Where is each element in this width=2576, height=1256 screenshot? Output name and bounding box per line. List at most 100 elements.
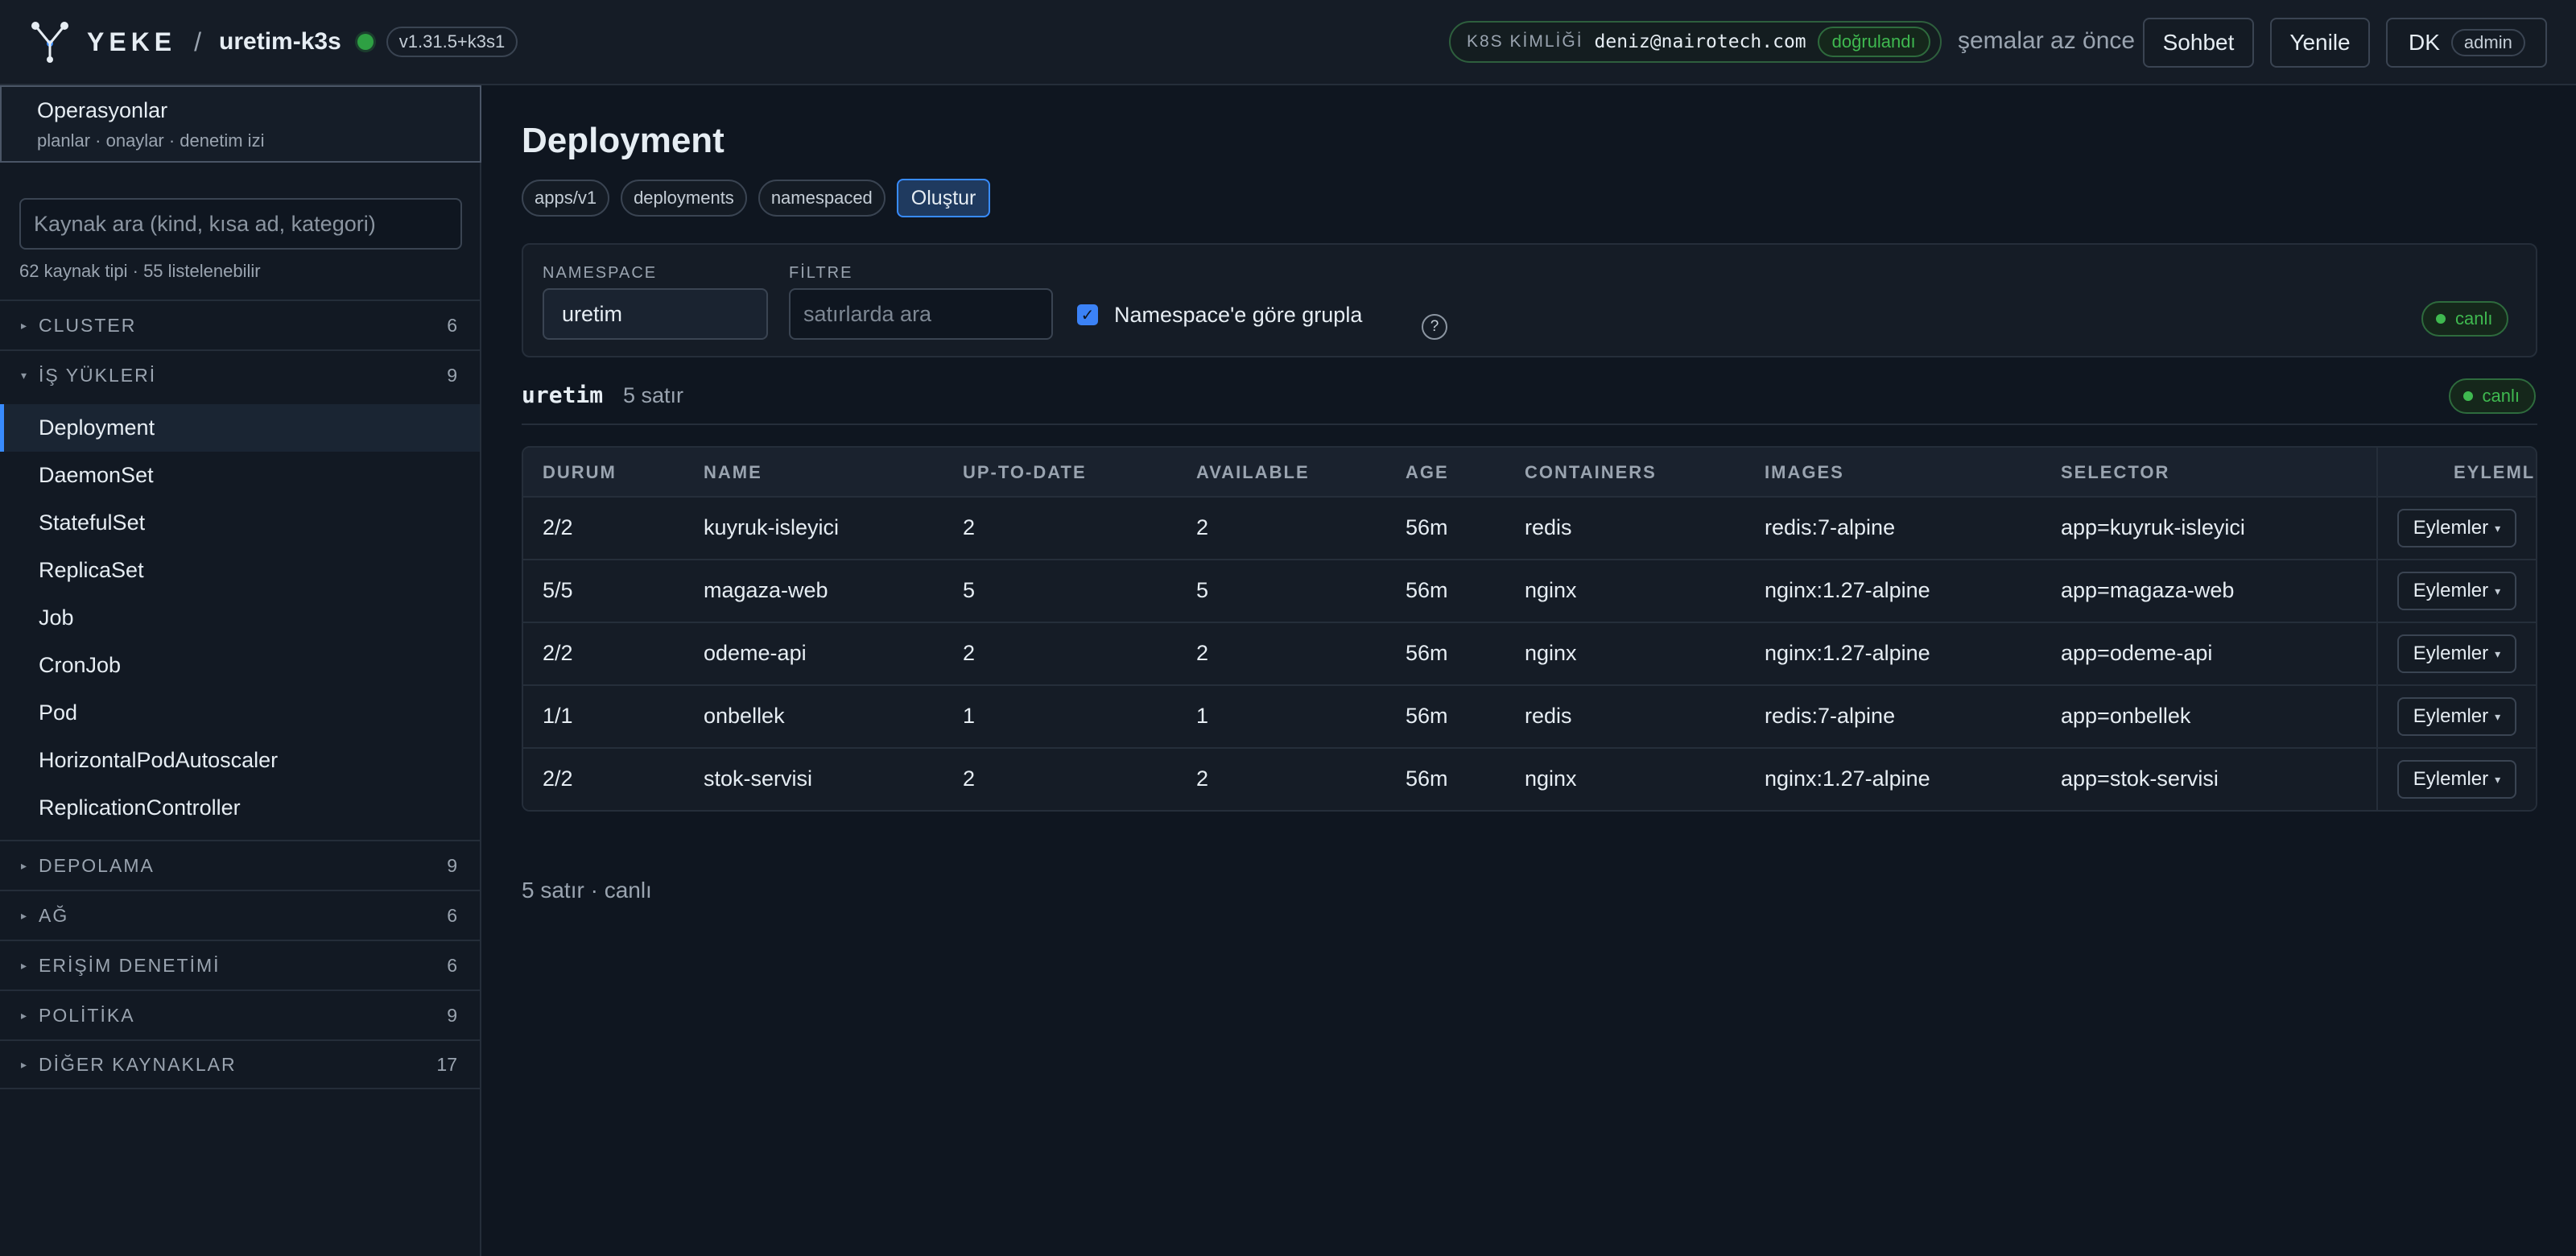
row-actions-button[interactable]: Eylemler ▾	[2397, 572, 2516, 610]
chat-button[interactable]: Sohbet	[2143, 18, 2254, 68]
column-name[interactable]: NAME	[704, 462, 762, 483]
column-up-to-date[interactable]: UP-TO-DATE	[963, 462, 1087, 483]
table-row[interactable]: 2/2 stok-servisi 2 2 56m nginx nginx:1.2…	[523, 749, 2536, 810]
refresh-button[interactable]: Yenile	[2270, 18, 2370, 68]
column-selector[interactable]: SELECTOR	[2061, 462, 2169, 483]
resource-search-input[interactable]	[19, 198, 462, 250]
category-label: DİĞER KAYNAKLAR	[39, 1053, 237, 1075]
cell-images: redis:7-alpine	[1765, 515, 1896, 539]
cell-name[interactable]: magaza-web	[704, 578, 828, 603]
cell-available: 2	[1196, 766, 1209, 791]
cell-selector: app=magaza-web	[2061, 578, 2235, 602]
cell-name[interactable]: stok-servisi	[704, 766, 812, 791]
category-other-resources[interactable]: ▸ DİĞER KAYNAKLAR 17	[0, 1039, 480, 1089]
column-images[interactable]: IMAGES	[1765, 462, 1844, 483]
row-actions-button[interactable]: Eylemler ▾	[2397, 509, 2516, 547]
live-label: canlı	[2455, 308, 2493, 328]
category-count: 6	[447, 904, 457, 926]
cell-selector: app=odeme-api	[2061, 641, 2213, 665]
cell-durum: 1/1	[543, 704, 573, 728]
cell-available: 5	[1196, 578, 1209, 602]
sidebar-item-cronjob[interactable]: CronJob	[0, 642, 480, 689]
tag-resource: deployments	[621, 180, 747, 217]
column-eylemler: EYLEMLER	[2454, 462, 2536, 482]
row-actions-button[interactable]: Eylemler ▾	[2397, 760, 2516, 799]
column-available[interactable]: AVAILABLE	[1196, 462, 1310, 483]
operations-subtitle: planlar · onaylar · denetim izi	[37, 130, 265, 151]
category-cluster[interactable]: ▸ CLUSTER 6	[0, 300, 480, 349]
sidebar-item-job[interactable]: Job	[0, 594, 480, 642]
category-count: 9	[447, 364, 457, 386]
sidebar-item-replicaset[interactable]: ReplicaSet	[0, 547, 480, 594]
category-storage[interactable]: ▸ DEPOLAMA 9	[0, 840, 480, 890]
sidebar-item-hpa[interactable]: HorizontalPodAutoscaler	[0, 737, 480, 784]
identity-status-badge: doğrulandı	[1817, 27, 1930, 57]
category-list: ▸ CLUSTER 6 ▾ İŞ YÜKLERİ 9 Deployment Da…	[0, 300, 480, 1089]
operations-title: Operasyonlar	[37, 98, 168, 122]
live-label: canlı	[2482, 386, 2520, 406]
live-dot-icon	[2462, 391, 2473, 401]
column-containers[interactable]: CONTAINERS	[1525, 462, 1657, 483]
user-role-badge: admin	[2450, 29, 2525, 56]
cell-durum: 2/2	[543, 515, 573, 539]
schema-status: şemalar az önce	[1958, 27, 2136, 54]
cell-up-to-date: 2	[963, 641, 976, 665]
category-count: 17	[436, 1053, 457, 1075]
category-label: CLUSTER	[39, 314, 137, 336]
category-count: 6	[447, 954, 457, 976]
category-policy[interactable]: ▸ POLİTİKA 9	[0, 990, 480, 1039]
cell-up-to-date: 5	[963, 578, 976, 602]
identity-email: deniz@nairotech.com	[1594, 31, 1806, 52]
group-live-badge: canlı	[2448, 378, 2536, 414]
group-by-namespace-checkbox[interactable]: ✓	[1077, 304, 1098, 325]
sidebar-item-deployment[interactable]: Deployment	[0, 404, 480, 452]
row-actions-button[interactable]: Eylemler ▾	[2397, 634, 2516, 673]
table-header: DURUM NAME UP-TO-DATE AVAILABLE AGE CONT…	[523, 448, 2536, 498]
cluster-name[interactable]: uretim-k3s	[219, 28, 341, 56]
cell-name[interactable]: kuyruk-isleyici	[704, 515, 839, 540]
table-row[interactable]: 2/2 kuyruk-isleyici 2 2 56m redis redis:…	[523, 498, 2536, 560]
namespace-field[interactable]	[543, 288, 768, 340]
row-actions-button[interactable]: Eylemler ▾	[2397, 697, 2516, 736]
help-icon[interactable]: ?	[1422, 314, 1447, 340]
table-row[interactable]: 1/1 onbellek 1 1 56m redis redis:7-alpin…	[523, 686, 2536, 749]
group-by-namespace-label[interactable]: Namespace'e göre grupla	[1114, 303, 1362, 328]
sidebar-item-pod[interactable]: Pod	[0, 689, 480, 737]
caret-right-icon: ▸	[21, 958, 27, 972]
cell-name[interactable]: onbellek	[704, 704, 785, 729]
category-count: 9	[447, 854, 457, 876]
caret-right-icon: ▸	[21, 1008, 27, 1022]
k8s-identity[interactable]: K8S KİMLİĞİ deniz@nairotech.com doğrulan…	[1449, 21, 1942, 63]
sidebar-item-statefulset[interactable]: StatefulSet	[0, 499, 480, 547]
namespace-group-name: uretim	[522, 382, 604, 408]
cell-age: 56m	[1406, 704, 1448, 728]
category-workloads[interactable]: ▾ İŞ YÜKLERİ 9	[0, 349, 480, 399]
create-button[interactable]: Oluştur	[896, 179, 991, 217]
category-access-control[interactable]: ▸ ERİŞİM DENETİMİ 6	[0, 940, 480, 990]
cell-name[interactable]: odeme-api	[704, 641, 807, 666]
cell-age: 56m	[1406, 578, 1448, 602]
sidebar-item-daemonset[interactable]: DaemonSet	[0, 452, 480, 499]
row-filter-input[interactable]	[789, 288, 1053, 340]
chevron-down-icon: ▾	[2495, 521, 2501, 535]
category-network[interactable]: ▸ AĞ 6	[0, 890, 480, 940]
caret-right-icon: ▸	[21, 1057, 27, 1071]
main-content: Deployment apps/v1 deployments namespace…	[483, 85, 2576, 1256]
column-age[interactable]: AGE	[1406, 462, 1449, 483]
namespace-group-header: uretim 5 satır canlı	[522, 378, 2537, 425]
namespace-label: NAMESPACE	[543, 264, 658, 282]
identity-label: K8S KİMLİĞİ	[1467, 32, 1583, 51]
brand[interactable]: YEKE / uretim-k3s v1.31.5+k3s1	[29, 19, 518, 64]
column-durum[interactable]: DURUM	[543, 462, 617, 483]
actions-column-divider	[2376, 448, 2378, 810]
operations-link[interactable]: Operasyonlar planlar · onaylar · denetim…	[0, 85, 481, 163]
table-row[interactable]: 5/5 magaza-web 5 5 56m nginx nginx:1.27-…	[523, 560, 2536, 623]
caret-right-icon: ▸	[21, 318, 27, 332]
filter-panel: NAMESPACE FİLTRE ✓ Namespace'e göre grup…	[522, 243, 2537, 357]
version-badge: v1.31.5+k3s1	[386, 27, 518, 57]
user-menu-button[interactable]: DK admin	[2386, 18, 2547, 68]
cell-selector: app=onbellek	[2061, 704, 2191, 728]
sidebar-item-replicationcontroller[interactable]: ReplicationController	[0, 784, 480, 832]
table-row[interactable]: 2/2 odeme-api 2 2 56m nginx nginx:1.27-a…	[523, 623, 2536, 686]
category-label: AĞ	[39, 904, 69, 926]
